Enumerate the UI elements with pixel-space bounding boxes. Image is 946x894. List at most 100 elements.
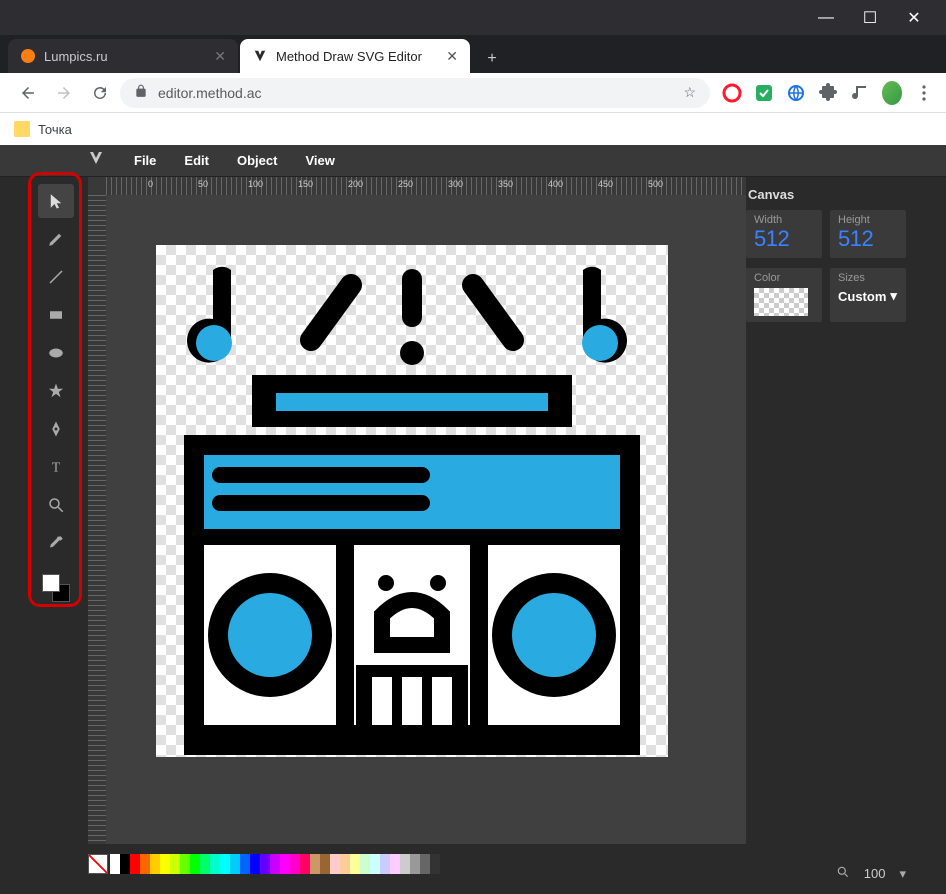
close-tab-icon[interactable]: ✕ <box>446 48 458 65</box>
palette-swatch[interactable] <box>310 854 320 874</box>
tools-panel: T <box>36 178 76 608</box>
palette-swatch[interactable] <box>240 854 250 874</box>
browser-tab-lumpics[interactable]: Lumpics.ru ✕ <box>8 39 238 73</box>
foreground-swatch[interactable] <box>42 574 60 592</box>
palette-swatch[interactable] <box>230 854 240 874</box>
sizes-value: Custom <box>838 289 886 304</box>
extensions-icon[interactable] <box>818 83 838 103</box>
bookmark-star-icon[interactable]: ☆ <box>683 84 696 101</box>
palette-swatch[interactable] <box>210 854 220 874</box>
back-button[interactable] <box>12 77 44 109</box>
menu-view[interactable]: View <box>291 145 348 177</box>
close-tab-icon[interactable]: ✕ <box>214 48 226 65</box>
palette-swatch[interactable] <box>150 854 160 874</box>
svg-text:T: T <box>52 460 61 475</box>
opera-ext-icon[interactable] <box>722 83 742 103</box>
bottom-bar: 100 ▾ <box>88 846 746 882</box>
palette-swatch[interactable] <box>390 854 400 874</box>
svg-artwork[interactable] <box>156 245 668 757</box>
palette-swatch[interactable] <box>200 854 210 874</box>
width-label: Width <box>754 214 814 226</box>
url-field[interactable]: editor.method.ac ☆ <box>120 78 710 108</box>
maximize-button[interactable]: ☐ <box>848 0 892 35</box>
text-tool[interactable]: T <box>38 450 74 484</box>
palette-swatch[interactable] <box>270 854 280 874</box>
lock-icon <box>134 84 148 101</box>
palette-swatch[interactable] <box>420 854 430 874</box>
pen-tool[interactable] <box>38 412 74 446</box>
profile-avatar[interactable] <box>882 83 902 103</box>
palette-swatch[interactable] <box>300 854 310 874</box>
zoom-icon[interactable] <box>836 865 850 882</box>
palette-swatch[interactable] <box>180 854 190 874</box>
pencil-tool[interactable] <box>38 222 74 256</box>
palette-swatch[interactable] <box>430 854 440 874</box>
palette-swatch[interactable] <box>120 854 130 874</box>
star-tool[interactable] <box>38 374 74 408</box>
palette-swatch[interactable] <box>370 854 380 874</box>
method-favicon <box>252 48 268 64</box>
height-label: Height <box>838 214 898 226</box>
no-color-swatch[interactable] <box>88 854 108 874</box>
close-window-button[interactable]: ✕ <box>892 0 936 35</box>
palette-swatch[interactable] <box>130 854 140 874</box>
window-titlebar: — ☐ ✕ <box>0 0 946 35</box>
adblock-ext-icon[interactable] <box>754 83 774 103</box>
palette-swatch[interactable] <box>290 854 300 874</box>
ruler-horizontal: 0 50 100 150 200 250 300 350 400 450 500 <box>88 177 746 195</box>
palette-swatch[interactable] <box>330 854 340 874</box>
palette-swatch[interactable] <box>160 854 170 874</box>
palette-swatch[interactable] <box>360 854 370 874</box>
palette-swatch[interactable] <box>220 854 230 874</box>
zoom-tool[interactable] <box>38 488 74 522</box>
chevron-down-icon[interactable]: ▾ <box>899 866 906 882</box>
select-tool[interactable] <box>38 184 74 218</box>
palette-swatch[interactable] <box>380 854 390 874</box>
bookmark-item[interactable]: Точка <box>38 122 72 137</box>
rect-tool[interactable] <box>38 298 74 332</box>
width-field[interactable]: Width 512 <box>746 210 822 258</box>
canvas[interactable] <box>156 245 668 757</box>
height-value: 512 <box>838 226 898 252</box>
line-tool[interactable] <box>38 260 74 294</box>
height-field[interactable]: Height 512 <box>830 210 906 258</box>
palette-swatch[interactable] <box>170 854 180 874</box>
reload-button[interactable] <box>84 77 116 109</box>
tab-title: Method Draw SVG Editor <box>276 49 422 64</box>
address-bar: editor.method.ac ☆ <box>0 73 946 113</box>
palette-swatch[interactable] <box>320 854 330 874</box>
palette-swatch[interactable] <box>340 854 350 874</box>
kebab-menu-icon[interactable] <box>914 83 934 103</box>
ellipse-tool[interactable] <box>38 336 74 370</box>
eyedropper-tool[interactable] <box>38 526 74 560</box>
music-ext-icon[interactable] <box>850 83 870 103</box>
palette-swatch[interactable] <box>280 854 290 874</box>
palette-swatch[interactable] <box>250 854 260 874</box>
palette-swatch[interactable] <box>410 854 420 874</box>
canvas-area[interactable] <box>106 195 746 844</box>
panel-title: Canvas <box>746 187 906 202</box>
ruler-vertical <box>88 177 106 844</box>
zoom-value[interactable]: 100 <box>864 866 886 881</box>
menu-edit[interactable]: Edit <box>170 145 223 177</box>
palette-swatch[interactable] <box>400 854 410 874</box>
sizes-label: Sizes <box>838 272 898 284</box>
fill-stroke-swatches[interactable] <box>42 574 70 602</box>
palette-swatch[interactable] <box>190 854 200 874</box>
canvas-sizes-field[interactable]: Sizes Custom ▾ <box>830 268 906 322</box>
menu-object[interactable]: Object <box>223 145 291 177</box>
color-palette[interactable] <box>110 854 440 874</box>
new-tab-button[interactable]: + <box>478 45 506 73</box>
minimize-button[interactable]: — <box>804 0 848 35</box>
palette-swatch[interactable] <box>140 854 150 874</box>
browser-tabs: Lumpics.ru ✕ Method Draw SVG Editor ✕ + <box>0 35 946 73</box>
palette-swatch[interactable] <box>260 854 270 874</box>
menu-file[interactable]: File <box>120 145 170 177</box>
browser-tab-method[interactable]: Method Draw SVG Editor ✕ <box>240 39 470 73</box>
palette-swatch[interactable] <box>110 854 120 874</box>
forward-button[interactable] <box>48 77 80 109</box>
globe-ext-icon[interactable] <box>786 83 806 103</box>
chevron-down-icon: ▾ <box>890 288 897 304</box>
palette-swatch[interactable] <box>350 854 360 874</box>
canvas-color-field[interactable]: Color <box>746 268 822 322</box>
